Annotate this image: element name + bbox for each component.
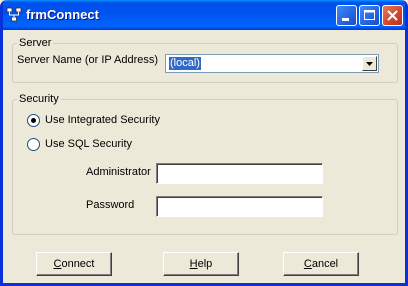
maximize-icon xyxy=(364,10,375,20)
integrated-security-radio[interactable] xyxy=(27,114,40,127)
minimize-icon xyxy=(342,18,349,21)
connect-dialog: frmConnect Server Server Name (or IP Add… xyxy=(0,0,408,286)
network-computers-icon xyxy=(6,7,22,22)
cancel-mnemonic: C xyxy=(303,258,312,270)
sql-security-radio[interactable] xyxy=(27,138,40,151)
title-bar[interactable]: frmConnect xyxy=(3,0,405,30)
minimize-button[interactable] xyxy=(336,5,357,26)
sql-security-label[interactable]: Use SQL Security xyxy=(45,138,132,150)
password-label: Password xyxy=(86,199,135,211)
password-field[interactable] xyxy=(156,196,323,217)
server-legend: Server xyxy=(19,37,52,49)
connect-button[interactable]: Connect xyxy=(36,252,112,276)
help-mnemonic: H xyxy=(189,258,198,270)
close-icon xyxy=(387,10,398,21)
chevron-down-icon xyxy=(366,62,373,66)
security-legend: Security xyxy=(19,93,59,105)
server-name-value[interactable]: (local) xyxy=(169,57,201,70)
connect-label: onnect xyxy=(61,258,95,270)
cancel-label: ancel xyxy=(311,258,339,270)
integrated-security-label[interactable]: Use Integrated Security xyxy=(45,114,160,126)
close-button[interactable] xyxy=(382,5,403,26)
cancel-button[interactable]: Cancel xyxy=(283,252,359,276)
help-label: elp xyxy=(197,258,213,270)
dropdown-button[interactable] xyxy=(362,56,377,71)
maximize-button[interactable] xyxy=(359,5,380,26)
help-button[interactable]: Help xyxy=(163,252,239,276)
administrator-label: Administrator xyxy=(86,166,151,178)
administrator-field[interactable] xyxy=(156,163,323,184)
window-title: frmConnect xyxy=(26,7,99,22)
server-name-label: Server Name (or IP Address) xyxy=(17,54,159,66)
server-name-combobox[interactable]: (local) xyxy=(165,54,379,73)
